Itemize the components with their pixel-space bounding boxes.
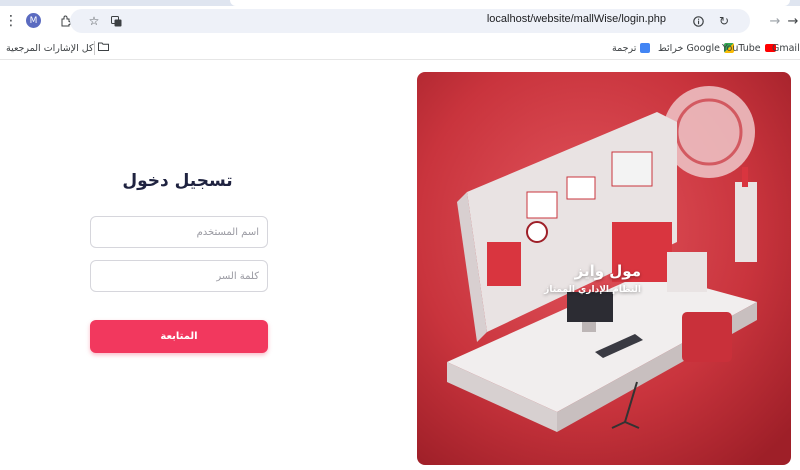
address-bar[interactable]: ☆ localhost/website/mallWise/login.php ↻ [70,9,750,33]
browser-toolbar: ⋮ M ☆ localhost/website/mallWise/login.p… [0,6,800,36]
username-input[interactable] [90,216,268,248]
hero-title: مول وايز [574,262,641,280]
bookmark-gmail-label: Gmail [772,42,800,54]
forward-icon[interactable]: → [768,12,782,30]
star-bookmark-icon[interactable]: ☆ [86,13,102,29]
profile-avatar[interactable]: M [26,13,41,28]
site-info-icon[interactable] [690,13,706,29]
login-page: تسجيل دخول المتابعة [0,61,800,470]
menu-icon[interactable]: ⋮ [4,13,18,29]
google-translate-icon [640,43,651,53]
hero-image: مول وايز النظام الإداري الممتاز [417,72,791,465]
bookmark-maps-label: خرائط Google [658,42,720,54]
continue-button[interactable]: المتابعة [90,320,268,353]
hero-subtitle: النظام الإداري الممتاز [544,285,641,295]
login-title: تسجيل دخول [122,171,233,191]
hero-text: مول وايز النظام الإداري الممتاز [544,262,641,295]
translate-page-icon[interactable] [108,13,124,29]
bookmark-translate-label: ترجمة [612,42,637,54]
reload-icon[interactable]: ↻ [716,13,732,29]
bookmark-youtube-label: YouTube [722,42,761,54]
back-icon[interactable]: → [786,12,800,30]
bookmark-gmail[interactable]: Gmail [772,41,800,55]
bookmarks-bar: كل الإشارات المرجعية ترجمة خرائط Google … [0,36,800,60]
bookmark-translate[interactable]: ترجمة [612,41,651,55]
bookmark-youtube[interactable]: YouTube [722,41,776,55]
all-bookmarks-label: كل الإشارات المرجعية [6,42,94,54]
password-input[interactable] [90,260,268,292]
bookmark-divider [94,41,95,55]
url-text[interactable]: localhost/website/mallWise/login.php [487,13,666,25]
folder-icon [97,42,109,54]
